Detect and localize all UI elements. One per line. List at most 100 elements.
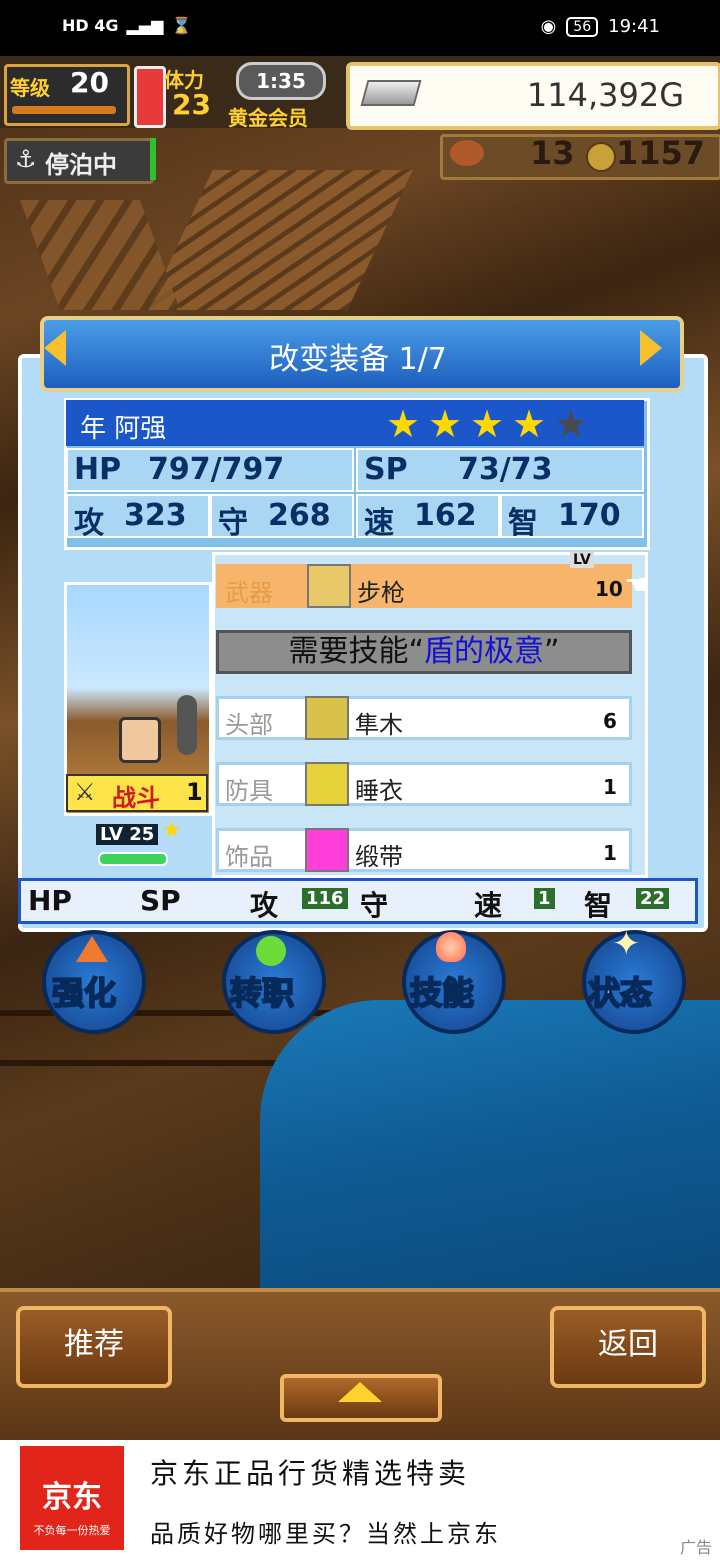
jd-logo[interactable]: 京东 不负每一份热爱 bbox=[20, 1446, 124, 1550]
clock: 19:41 bbox=[608, 16, 660, 37]
signal-icon: ▂▄▆ bbox=[126, 16, 164, 35]
experience-bar bbox=[12, 106, 116, 114]
eye-icon: ◉ bbox=[540, 16, 557, 37]
hp-value: 797/797 bbox=[148, 452, 285, 487]
ad-headline[interactable]: 京东正品行货精选特卖 bbox=[150, 1452, 470, 1492]
equip-slot-label: 武器 bbox=[225, 579, 273, 607]
rank-star-icon: ★ bbox=[428, 402, 463, 446]
rank-star-icon: ★ bbox=[470, 402, 505, 446]
battle-class-badge: ⚔ 战斗 1 bbox=[66, 774, 208, 812]
status-label: 状态 bbox=[587, 973, 653, 1013]
diff-int-label: 智 bbox=[584, 889, 613, 922]
hourglass-icon: ⌛ bbox=[171, 16, 192, 35]
def-label: 守 bbox=[218, 506, 248, 541]
equip-row-head[interactable]: 头部 隼木 6 bbox=[216, 696, 632, 740]
def-cell: 守 268 bbox=[210, 494, 354, 541]
ad-subline[interactable]: 品质好物哪里买？当然上京东 bbox=[150, 1514, 501, 1549]
equip-row-accessory[interactable]: 饰品 缎带 1 bbox=[216, 828, 632, 872]
def-value: 268 bbox=[268, 498, 331, 533]
int-label: 智 bbox=[508, 506, 538, 541]
spd-label: 速 bbox=[364, 506, 394, 541]
diff-atk-value: 116 bbox=[302, 888, 348, 909]
resource-b-count: 1157 bbox=[616, 134, 706, 172]
equip-name: 缎带 bbox=[355, 843, 403, 871]
next-character-arrow-icon[interactable] bbox=[640, 330, 662, 366]
battery-indicator: 56 bbox=[566, 16, 599, 37]
ad-logo-text: 京东 bbox=[42, 1480, 102, 1515]
diff-int-value: 22 bbox=[636, 888, 670, 909]
sparkle-icon: ✦ bbox=[612, 924, 641, 964]
ship-status-box: ⚓ 停泊中 bbox=[4, 138, 154, 184]
equip-name: 隼木 bbox=[355, 711, 403, 739]
character-level-tag: LV 25 bbox=[96, 824, 159, 845]
equip-count: 1 bbox=[603, 841, 617, 865]
pajamas-icon bbox=[305, 762, 349, 806]
diff-spd-label: 速 bbox=[474, 889, 503, 922]
pointing-hand-icon: ☚ bbox=[624, 568, 650, 601]
rank-star-icon: ★ bbox=[512, 402, 547, 446]
equip-row-armor[interactable]: 防具 睡衣 1 bbox=[216, 762, 632, 806]
int-value: 170 bbox=[558, 498, 621, 533]
level-value: 20 bbox=[70, 66, 109, 99]
skill-req-suffix: ” bbox=[544, 634, 560, 669]
stamina-value: 23 bbox=[172, 88, 211, 121]
status-left: HD 4G ▂▄▆ ⌛ bbox=[62, 16, 191, 35]
gold-membership-label[interactable]: 黄金会员 bbox=[228, 102, 308, 131]
equip-name: 睡衣 bbox=[355, 777, 403, 805]
sp-value: 73/73 bbox=[458, 452, 553, 487]
ribbon-icon bbox=[305, 828, 349, 872]
weapon-level-label: LV bbox=[570, 552, 594, 568]
skill-req-prefix: 需要技能“ bbox=[288, 634, 424, 669]
hp-cell: HP 797/797 bbox=[66, 448, 354, 492]
helmet-icon bbox=[305, 696, 349, 740]
anchor-icon: ⚓ bbox=[15, 145, 37, 173]
gold-amount: 114,392G bbox=[526, 76, 684, 114]
class-label: 战斗 bbox=[112, 784, 160, 812]
rank-star-empty-icon: ★ bbox=[554, 402, 589, 446]
back-button[interactable]: 返回 bbox=[550, 1306, 706, 1388]
class-change-label: 转职 bbox=[229, 973, 295, 1013]
equip-row-weapon[interactable]: 武器 步枪 10 bbox=[216, 564, 632, 608]
hp-label: HP bbox=[74, 452, 122, 487]
enhance-label: 强化 bbox=[51, 973, 117, 1013]
up-arrow-icon bbox=[76, 936, 108, 962]
character-name: 年 阿强 bbox=[80, 414, 167, 444]
rifle-icon bbox=[307, 564, 351, 608]
equip-name: 步枪 bbox=[357, 579, 405, 607]
atk-value: 323 bbox=[124, 498, 187, 533]
stamina-timer: 1:35 bbox=[236, 62, 326, 100]
rank-star-icon: ★ bbox=[386, 402, 421, 446]
gem-icon bbox=[256, 936, 286, 966]
diff-hp-label: HP bbox=[28, 884, 72, 917]
equip-slot-label: 饰品 bbox=[225, 843, 273, 871]
recommend-button[interactable]: 推荐 bbox=[16, 1306, 172, 1388]
diff-atk-label: 攻 bbox=[250, 889, 279, 922]
resource-a-count: 13 bbox=[530, 134, 575, 172]
equip-level: 10 bbox=[595, 577, 623, 601]
sword-icon: ⚔ bbox=[74, 778, 96, 806]
class-level: 1 bbox=[186, 778, 203, 806]
character-exp-bar bbox=[98, 852, 168, 866]
ad-label: 广告 bbox=[679, 1538, 712, 1557]
stamina-gauge bbox=[134, 66, 166, 128]
star-icon: ★ bbox=[162, 818, 182, 843]
triangle-up-icon bbox=[338, 1382, 382, 1402]
atk-cell: 攻 323 bbox=[66, 494, 210, 541]
character-sprite bbox=[119, 717, 161, 763]
equip-count: 6 bbox=[603, 709, 617, 733]
ad-logo-slogan: 不负每一份热爱 bbox=[33, 1524, 111, 1537]
diff-sp-label: SP bbox=[140, 884, 181, 917]
prev-character-arrow-icon[interactable] bbox=[44, 330, 66, 366]
medal-icon bbox=[586, 142, 616, 172]
skills-label: 技能 bbox=[409, 973, 475, 1013]
equip-slot-label: 防具 bbox=[225, 777, 273, 805]
level-label: 等级 bbox=[10, 76, 50, 100]
spd-cell: 速 162 bbox=[356, 494, 500, 541]
food-icon bbox=[450, 140, 484, 166]
dialog-title: 改变装备 1/7 bbox=[269, 342, 447, 377]
skill-req-name: 盾的极意 bbox=[424, 634, 544, 669]
equip-slot-label: 头部 bbox=[225, 711, 273, 739]
status-progress-bar bbox=[150, 138, 156, 180]
atk-label: 攻 bbox=[74, 506, 104, 541]
equip-count: 1 bbox=[603, 775, 617, 799]
